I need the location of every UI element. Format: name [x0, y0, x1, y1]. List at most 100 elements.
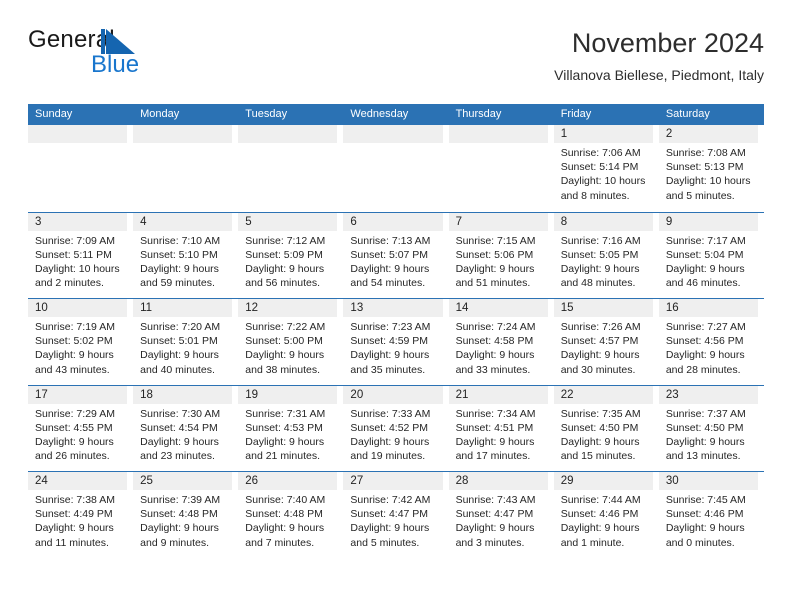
day-detail-line: Sunset: 5:06 PM: [455, 248, 534, 261]
day-number: 1: [560, 128, 568, 140]
day-detail-line: and 5 minutes.: [350, 536, 420, 549]
day-cell[interactable]: 23 Sunrise: 7:37 AM Sunset: 4:50 PM Dayligh…: [658, 385, 764, 472]
day-cell[interactable]: 12 Sunrise: 7:22 AM Sunset: 5:00 PM Dayligh…: [238, 299, 343, 385]
day-cell[interactable]: 30 Sunrise: 7:45 AM Sunset: 4:46 PM Dayligh…: [658, 472, 764, 558]
day-cell[interactable]: 7 Sunrise: 7:15 AM Sunset: 5:06 PM Daylight…: [448, 212, 554, 299]
day-details: Sunrise: 7:33 AM Sunset: 4:52 PM Daylight:…: [343, 404, 442, 464]
day-detail-line: Sunset: 4:56 PM: [665, 335, 744, 348]
day-number: 25: [140, 475, 153, 487]
day-number-band: 26: [238, 472, 338, 490]
day-cell[interactable]: 9 Sunrise: 7:17 AM Sunset: 5:04 PM Daylight…: [658, 212, 764, 299]
weekday-header-tuesday: Tuesday: [245, 108, 288, 120]
day-detail-line: Daylight: 9 hours: [245, 435, 325, 448]
day-cell[interactable]: 20 Sunrise: 7:33 AM Sunset: 4:52 PM Dayligh…: [343, 385, 448, 472]
day-detail-line: and 51 minutes.: [455, 277, 531, 290]
day-cell[interactable]: 10 Sunrise: 7:19 AM Sunset: 5:02 PM Dayligh…: [28, 299, 133, 385]
day-cell[interactable]: 27 Sunrise: 7:42 AM Sunset: 4:47 PM Dayligh…: [343, 472, 448, 558]
day-cell[interactable]: 21 Sunrise: 7:34 AM Sunset: 4:51 PM Dayligh…: [448, 385, 554, 472]
day-details: Sunrise: 7:43 AM Sunset: 4:47 PM Daylight:…: [449, 490, 548, 550]
day-cell[interactable]: 25 Sunrise: 7:39 AM Sunset: 4:48 PM Dayligh…: [133, 472, 238, 558]
day-number-band: 22: [553, 385, 653, 404]
day-detail-line: Sunrise: 7:24 AM: [455, 321, 536, 333]
day-cell[interactable]: 26 Sunrise: 7:40 AM Sunset: 4:48 PM Dayligh…: [238, 472, 343, 558]
day-detail-line: Sunset: 4:58 PM: [455, 335, 534, 348]
day-number: 2: [665, 128, 673, 140]
day-detail-line: Sunset: 5:13 PM: [665, 161, 744, 174]
day-number-band: 20: [343, 385, 443, 404]
day-number: 5: [245, 215, 252, 228]
day-detail-line: Daylight: 9 hours: [455, 435, 535, 448]
day-detail-line: and 35 minutes.: [350, 363, 426, 376]
day-detail-line: Sunrise: 7:39 AM: [140, 494, 221, 506]
day-number-band: 29: [553, 472, 653, 490]
day-detail-line: and 48 minutes.: [560, 277, 636, 290]
day-details: Sunrise: 7:38 AM Sunset: 4:49 PM Daylight:…: [28, 490, 127, 550]
day-detail-line: Sunset: 5:10 PM: [140, 248, 218, 261]
day-detail-line: Daylight: 9 hours: [35, 522, 114, 535]
day-details: [28, 143, 127, 146]
day-detail-line: and 46 minutes.: [665, 277, 741, 290]
day-detail-line: Sunset: 5:09 PM: [245, 248, 323, 261]
day-detail-line: and 0 minutes.: [665, 536, 735, 549]
day-cell[interactable]: 4 Sunrise: 7:10 AM Sunset: 5:10 PM Daylight…: [133, 212, 238, 299]
day-number: 9: [665, 215, 673, 228]
day-cell[interactable]: 1 Sunrise: 7:06 AM Sunset: 5:14 PM Daylight…: [553, 125, 659, 212]
day-detail-line: Sunrise: 7:15 AM: [455, 234, 536, 247]
day-cell[interactable]: 11 Sunrise: 7:20 AM Sunset: 5:01 PM Dayligh…: [133, 299, 238, 385]
day-number: 3: [35, 215, 42, 228]
day-cell[interactable]: 18 Sunrise: 7:30 AM Sunset: 4:54 PM Dayligh…: [133, 385, 238, 472]
day-detail-line: and 54 minutes.: [350, 277, 426, 290]
calendar-week-row: 1 Sunrise: 7:06 AM Sunset: 5:14 PM Daylight…: [28, 125, 764, 212]
day-number-band: 13: [343, 299, 443, 317]
calendar-weeks: 1 Sunrise: 7:06 AM Sunset: 5:14 PM Daylight…: [28, 125, 764, 558]
day-number-band: 8: [553, 212, 653, 231]
day-cell[interactable]: 15 Sunrise: 7:26 AM Sunset: 4:57 PM Dayligh…: [553, 299, 659, 385]
day-cell[interactable]: 8 Sunrise: 7:16 AM Sunset: 5:05 PM Daylight…: [553, 212, 659, 299]
day-details: Sunrise: 7:45 AM Sunset: 4:46 PM Daylight:…: [659, 490, 758, 550]
day-detail-line: Sunset: 4:51 PM: [455, 421, 534, 434]
brand-logo[interactable]: General Blue: [28, 26, 288, 88]
day-number-band: [238, 125, 338, 143]
day-detail-line: Sunrise: 7:06 AM: [560, 147, 641, 159]
day-detail-line: Sunrise: 7:26 AM: [560, 321, 641, 333]
day-cell[interactable]: 14 Sunrise: 7:24 AM Sunset: 4:58 PM Dayligh…: [448, 299, 554, 385]
day-cell[interactable]: 13 Sunrise: 7:23 AM Sunset: 4:59 PM Dayligh…: [343, 299, 448, 385]
day-number-band: 9: [658, 212, 758, 231]
day-cell[interactable]: 29 Sunrise: 7:44 AM Sunset: 4:46 PM Dayligh…: [553, 472, 659, 558]
day-number: 21: [455, 388, 469, 401]
day-detail-line: Daylight: 9 hours: [35, 435, 114, 448]
day-cell[interactable]: 28 Sunrise: 7:43 AM Sunset: 4:47 PM Dayligh…: [448, 472, 554, 558]
day-detail-line: and 8 minutes.: [560, 189, 630, 202]
day-cell[interactable]: 19 Sunrise: 7:31 AM Sunset: 4:53 PM Dayligh…: [238, 385, 343, 472]
day-number: 12: [245, 302, 259, 314]
day-detail-line: Sunset: 4:52 PM: [350, 421, 429, 434]
day-detail-line: and 59 minutes.: [140, 277, 215, 290]
day-detail-line: Sunset: 4:50 PM: [665, 421, 744, 434]
day-detail-line: Sunrise: 7:16 AM: [560, 234, 641, 247]
day-number-band: 21: [448, 385, 548, 404]
day-cell[interactable]: 6 Sunrise: 7:13 AM Sunset: 5:07 PM Daylight…: [343, 212, 448, 299]
day-number-band: 10: [28, 299, 128, 317]
page-title: November 2024: [571, 28, 764, 58]
day-detail-line: Sunrise: 7:12 AM: [245, 234, 326, 247]
day-details: Sunrise: 7:30 AM Sunset: 4:54 PM Daylight:…: [133, 404, 232, 464]
day-detail-line: Sunrise: 7:38 AM: [35, 494, 115, 506]
day-cell[interactable]: 24 Sunrise: 7:38 AM Sunset: 4:49 PM Dayligh…: [28, 472, 133, 558]
day-cell[interactable]: 2 Sunrise: 7:08 AM Sunset: 5:13 PM Daylight…: [658, 125, 764, 212]
day-cell[interactable]: 5 Sunrise: 7:12 AM Sunset: 5:09 PM Daylight…: [238, 212, 343, 299]
weekday-header-friday: Friday: [560, 108, 592, 120]
day-number-band: 11: [133, 299, 233, 317]
day-details: Sunrise: 7:37 AM Sunset: 4:50 PM Daylight:…: [659, 404, 758, 464]
day-details: [133, 143, 232, 146]
day-cell[interactable]: 17 Sunrise: 7:29 AM Sunset: 4:55 PM Dayligh…: [28, 385, 133, 472]
day-detail-line: Sunrise: 7:27 AM: [665, 321, 746, 333]
day-number-band: [448, 125, 548, 143]
day-cell[interactable]: 16 Sunrise: 7:27 AM Sunset: 4:56 PM Dayligh…: [658, 299, 764, 385]
day-cell[interactable]: 22 Sunrise: 7:35 AM Sunset: 4:50 PM Dayligh…: [553, 385, 659, 472]
day-detail-line: Sunset: 5:01 PM: [140, 335, 218, 348]
day-cell[interactable]: 3 Sunrise: 7:09 AM Sunset: 5:11 PM Daylight…: [28, 212, 133, 299]
day-number-band: 7: [448, 212, 548, 231]
day-detail-line: Sunset: 4:55 PM: [35, 421, 113, 434]
day-details: Sunrise: 7:17 AM Sunset: 5:04 PM Daylight:…: [659, 231, 758, 291]
day-detail-line: Sunset: 4:53 PM: [245, 421, 323, 434]
